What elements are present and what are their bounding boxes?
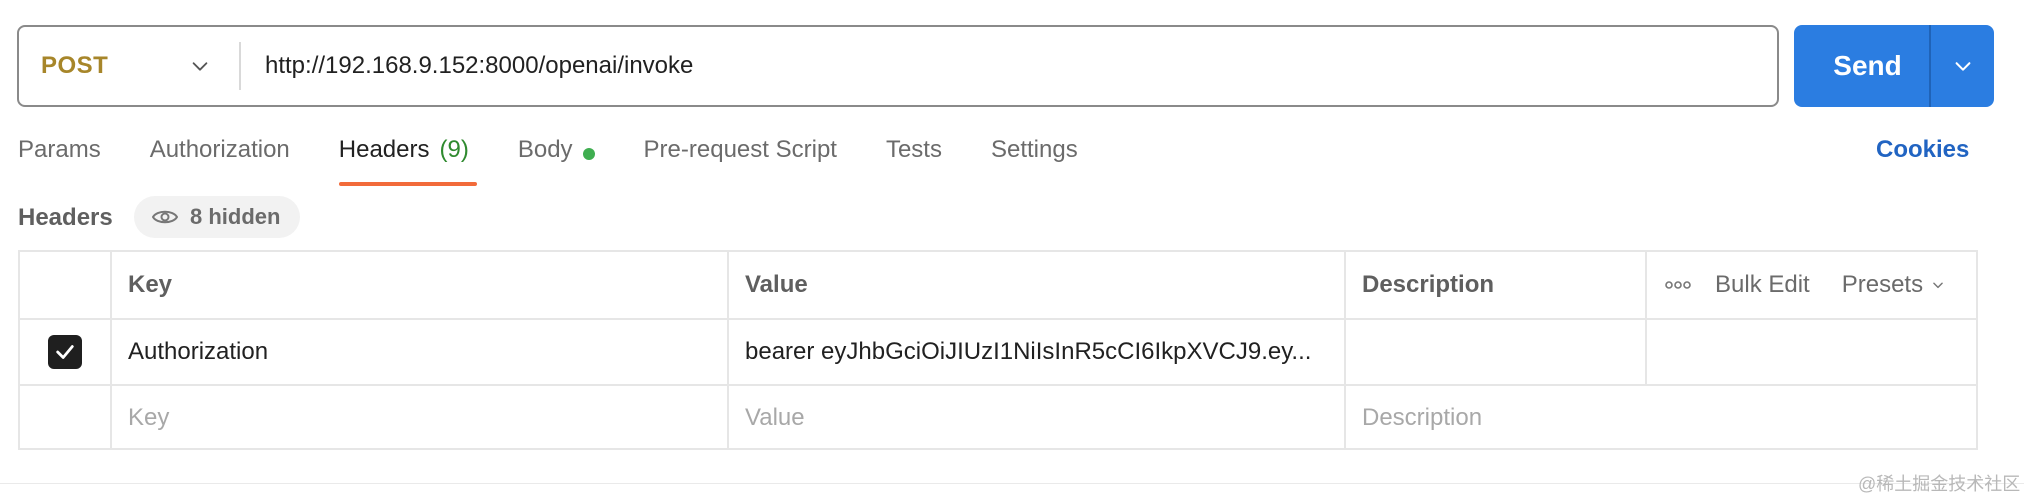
hidden-count-label: 8 hidden (190, 204, 281, 229)
new-value-input[interactable]: Value (729, 386, 1346, 450)
headers-section-title: Headers (18, 204, 113, 231)
header-checkbox-cell (20, 252, 112, 318)
eye-icon (152, 210, 178, 224)
hidden-headers-toggle[interactable]: 8 hidden (134, 196, 300, 238)
header-value-field[interactable]: bearer eyJhbGciOiJIUzI1NiIsInR5cCI6IkpXV… (729, 320, 1346, 384)
more-options-icon[interactable] (1665, 281, 1691, 289)
row-enabled-checkbox[interactable] (48, 335, 82, 369)
chevron-down-icon (192, 62, 208, 71)
body-indicator-dot (582, 148, 595, 160)
presets-dropdown[interactable]: Presets (1842, 271, 1945, 299)
table-header-row: Key Value Description Bulk Edit Presets (20, 252, 1976, 318)
column-header-description: Description (1346, 252, 1647, 318)
header-description-field[interactable] (1346, 320, 1647, 384)
table-row: Authorization bearer eyJhbGciOiJIUzI1NiI… (20, 318, 1976, 384)
tab-label: Params (18, 136, 101, 163)
tab-label: Pre-request Script (643, 136, 837, 163)
request-builder: POST http://192.168.9.152:8000/openai/in… (0, 0, 2024, 498)
bulk-edit-button[interactable]: Bulk Edit (1715, 271, 1810, 299)
tab-label: Settings (990, 136, 1078, 163)
cookies-link[interactable]: Cookies (1876, 136, 1969, 164)
tab-settings[interactable]: Settings (991, 136, 1078, 186)
method-select[interactable]: POST (19, 27, 239, 105)
column-header-value: Value (729, 252, 1346, 318)
row-checkbox-cell (20, 320, 112, 384)
bottom-divider (0, 483, 2024, 484)
send-button[interactable]: Send (1794, 25, 1929, 107)
chevron-down-icon (1955, 62, 1970, 71)
chevron-down-icon (1933, 282, 1943, 289)
header-key-field[interactable]: Authorization (112, 320, 729, 384)
headers-table: Key Value Description Bulk Edit Presets (18, 250, 1978, 450)
column-header-key: Key (112, 252, 729, 318)
tab-headers[interactable]: Headers (9) (338, 136, 477, 186)
url-input[interactable]: http://192.168.9.152:8000/openai/invoke (241, 52, 693, 80)
table-row-new: Key Value Description (20, 384, 1976, 450)
watermark: @稀土掘金技术社区 (1858, 474, 2021, 494)
table-actions: Bulk Edit Presets (1647, 252, 1976, 318)
tab-authorization[interactable]: Authorization (150, 136, 290, 186)
row-actions-cell (1647, 320, 1976, 384)
tab-pre-request-script[interactable]: Pre-request Script (644, 136, 837, 186)
send-button-group: Send (1794, 25, 1994, 107)
headers-count: (9) (439, 136, 469, 163)
presets-label: Presets (1841, 271, 1924, 298)
tab-label: Authorization (149, 136, 290, 163)
url-bar: POST http://192.168.9.152:8000/openai/in… (17, 25, 1779, 107)
tab-label: Headers (338, 136, 430, 163)
request-tabs: Params Authorization Headers (9) Body Pr… (18, 136, 1127, 186)
tab-tests[interactable]: Tests (886, 136, 942, 186)
method-label: POST (41, 52, 109, 79)
checkmark-icon (56, 345, 74, 359)
tab-params[interactable]: Params (18, 136, 101, 186)
new-description-input[interactable]: Description (1346, 386, 1976, 450)
new-key-input[interactable]: Key (112, 386, 729, 450)
tab-label: Body (517, 136, 573, 163)
tab-label: Tests (885, 136, 942, 163)
send-options-button[interactable] (1931, 25, 1994, 107)
tab-body[interactable]: Body (518, 136, 595, 186)
row-checkbox-cell (20, 386, 112, 450)
